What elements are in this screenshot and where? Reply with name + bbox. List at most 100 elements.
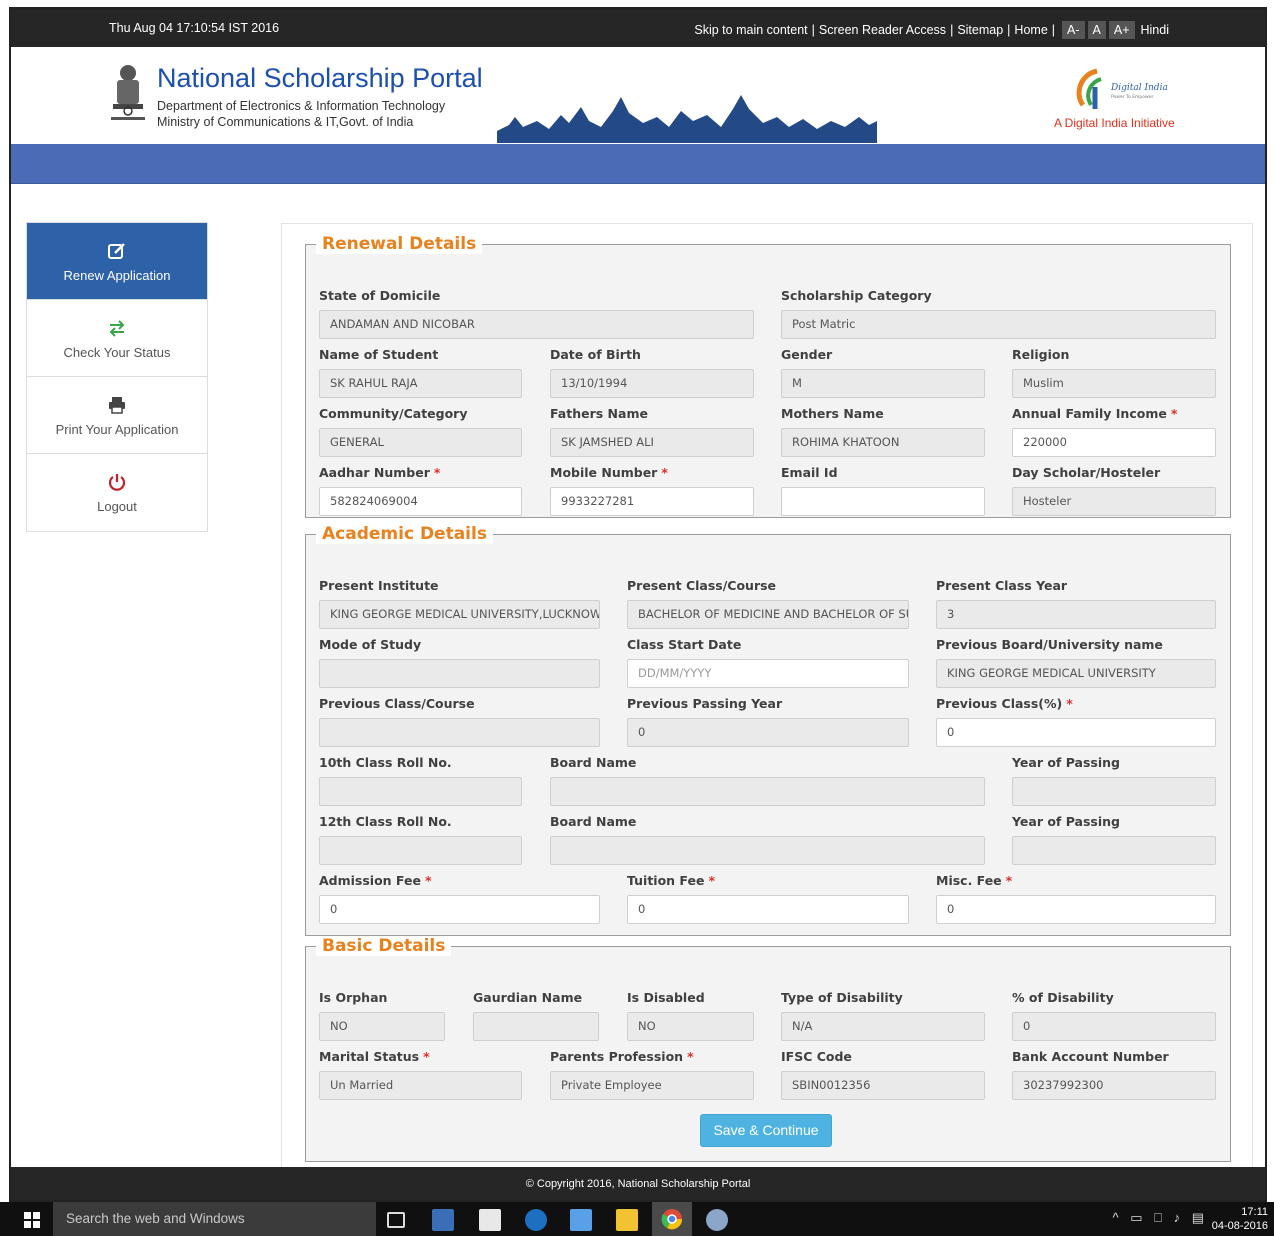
screen-reader-link[interactable]: Screen Reader Access (819, 23, 946, 37)
aadhar-label-text: Aadhar Number (319, 465, 430, 480)
class10-board-input[interactable] (550, 777, 985, 806)
student-name-field: Name of Student SK RAHUL RAJA (319, 347, 522, 398)
class10-year-input[interactable] (1012, 777, 1216, 806)
tuition-fee-label-text: Tuition Fee (627, 873, 705, 888)
present-class-field: Present Class/Course BACHELOR OF MEDICIN… (627, 578, 909, 629)
present-class-input[interactable]: BACHELOR OF MEDICINE AND BACHELOR OF SUR… (627, 600, 909, 629)
hindi-language-link[interactable]: Hindi (1141, 23, 1170, 37)
class-start-date-input[interactable]: DD/MM/YYYY (627, 659, 909, 688)
windows-taskbar: Search the web and Windows ^ ▭ ⎕ ♪ ▤ 17:… (0, 1202, 1274, 1236)
day-scholar-input[interactable]: Hosteler (1012, 487, 1216, 516)
admission-fee-label-text: Admission Fee (319, 873, 421, 888)
edge-browser-icon[interactable] (525, 1209, 547, 1231)
parents-profession-input[interactable]: Private Employee (550, 1071, 754, 1100)
disability-percent-input[interactable]: 0 (1012, 1012, 1216, 1041)
mother-name-input[interactable]: ROHIMA KHATOON (781, 428, 985, 457)
class-start-date-label: Class Start Date (627, 637, 742, 652)
class12-board-label: Board Name (550, 814, 637, 829)
marital-status-label: Marital Status * (319, 1049, 522, 1065)
network-icon[interactable]: ⎕ (1154, 1210, 1162, 1225)
chrome-browser-icon[interactable] (652, 1202, 692, 1236)
email-input[interactable] (781, 487, 985, 516)
class12-year-input[interactable] (1012, 836, 1216, 865)
disabled-input[interactable]: NO (627, 1012, 754, 1041)
font-increase-button[interactable]: A+ (1108, 21, 1135, 39)
notifications-icon[interactable]: ▤ (1192, 1210, 1204, 1225)
class10-board-label: Board Name (550, 755, 637, 770)
link-separator: | (1051, 23, 1056, 37)
previous-passing-year-input[interactable]: 0 (627, 718, 909, 747)
sitemap-link[interactable]: Sitemap (957, 23, 1003, 37)
ifsc-input[interactable]: SBIN0012356 (781, 1071, 985, 1100)
family-income-input[interactable]: 220000 (1012, 428, 1216, 457)
present-class-year-field: Present Class Year 3 (936, 578, 1216, 629)
volume-icon[interactable]: ♪ (1174, 1210, 1181, 1225)
required-asterisk: * (424, 873, 432, 888)
present-institute-input[interactable]: KING GEORGE MEDICAL UNIVERSITY,LUCKNOW (319, 600, 600, 629)
mobile-field: Mobile Number * 9933227281 (550, 465, 754, 516)
font-normal-button[interactable]: A (1087, 21, 1106, 39)
power-icon (108, 474, 126, 491)
skip-to-content-link[interactable]: Skip to main content (694, 23, 807, 37)
font-decrease-button[interactable]: A- (1062, 21, 1085, 39)
admission-fee-input[interactable]: 0 (319, 895, 600, 924)
mobile-label-text: Mobile Number (550, 465, 658, 480)
taskbar-clock[interactable]: 17:11 04-08-2016 (1212, 1205, 1268, 1233)
previous-board-input[interactable]: KING GEORGE MEDICAL UNIVERSITY (936, 659, 1216, 688)
misc-fee-label: Misc. Fee * (936, 873, 1216, 889)
windows-start-icon[interactable] (24, 1212, 40, 1228)
section-title: Renewal Details (316, 234, 483, 254)
postgres-app-icon[interactable] (432, 1209, 454, 1231)
accessibility-links: Skip to main content | Screen Reader Acc… (694, 21, 1169, 39)
sidebar-item-check-status[interactable]: Check Your Status (27, 300, 207, 377)
sidebar-item-renew-application[interactable]: Renew Application (27, 223, 207, 300)
mobile-label: Mobile Number * (550, 465, 754, 481)
gender-input[interactable]: M (781, 369, 985, 398)
aadhar-input[interactable]: 582824069004 (319, 487, 522, 516)
battery-icon[interactable]: ▭ (1130, 1210, 1142, 1225)
class12-board-input[interactable] (550, 836, 985, 865)
class10-roll-input[interactable] (319, 777, 522, 806)
family-income-field: Annual Family Income * 220000 (1012, 406, 1216, 457)
admission-fee-field: Admission Fee * 0 (319, 873, 600, 924)
home-link[interactable]: Home (1014, 23, 1047, 37)
class12-roll-input[interactable] (319, 836, 522, 865)
student-name-input[interactable]: SK RAHUL RAJA (319, 369, 522, 398)
box-app-icon[interactable] (570, 1209, 592, 1231)
link-separator: | (1007, 23, 1011, 37)
day-scholar-field: Day Scholar/Hosteler Hosteler (1012, 465, 1216, 516)
tray-chevron-icon[interactable]: ^ (1112, 1210, 1118, 1225)
mother-name-label: Mothers Name (781, 406, 884, 421)
sidebar-item-print-application[interactable]: Print Your Application (27, 377, 207, 454)
scholarship-category-input[interactable]: Post Matric (781, 310, 1216, 339)
mode-of-study-input[interactable] (319, 659, 600, 688)
community-input[interactable]: GENERAL (319, 428, 522, 457)
father-name-input[interactable]: SK JAMSHED ALI (550, 428, 754, 457)
save-continue-button[interactable]: Save & Continue (700, 1114, 832, 1147)
previous-class-percent-input[interactable]: 0 (936, 718, 1216, 747)
misc-fee-input[interactable]: 0 (936, 895, 1216, 924)
skyline-banner-icon (497, 95, 877, 143)
disability-type-input[interactable]: N/A (781, 1012, 985, 1041)
religion-input[interactable]: Muslim (1012, 369, 1216, 398)
sidebar-item-label: Check Your Status (63, 345, 171, 360)
present-class-year-input[interactable]: 3 (936, 600, 1216, 629)
dob-input[interactable]: 13/10/1994 (550, 369, 754, 398)
guardian-name-input[interactable] (473, 1012, 599, 1041)
orphan-input[interactable]: NO (319, 1012, 445, 1041)
task-view-icon[interactable] (387, 1212, 405, 1228)
file-explorer-icon[interactable] (616, 1209, 638, 1231)
top-bar: Thu Aug 04 17:10:54 IST 2016 Skip to mai… (11, 9, 1265, 47)
dob-field: Date of Birth 13/10/1994 (550, 347, 754, 398)
father-name-field: Fathers Name SK JAMSHED ALI (550, 406, 754, 457)
mobile-input[interactable]: 9933227281 (550, 487, 754, 516)
bank-account-input[interactable]: 30237992300 (1012, 1071, 1216, 1100)
paint-app-icon[interactable] (706, 1209, 728, 1231)
tuition-fee-input[interactable]: 0 (627, 895, 909, 924)
java-app-icon[interactable] (479, 1209, 501, 1231)
sidebar-item-logout[interactable]: Logout (27, 454, 207, 531)
marital-status-input[interactable]: Un Married (319, 1071, 522, 1100)
previous-class-input[interactable] (319, 718, 600, 747)
state-input[interactable]: ANDAMAN AND NICOBAR (319, 310, 754, 339)
taskbar-search-box[interactable]: Search the web and Windows (53, 1202, 376, 1236)
